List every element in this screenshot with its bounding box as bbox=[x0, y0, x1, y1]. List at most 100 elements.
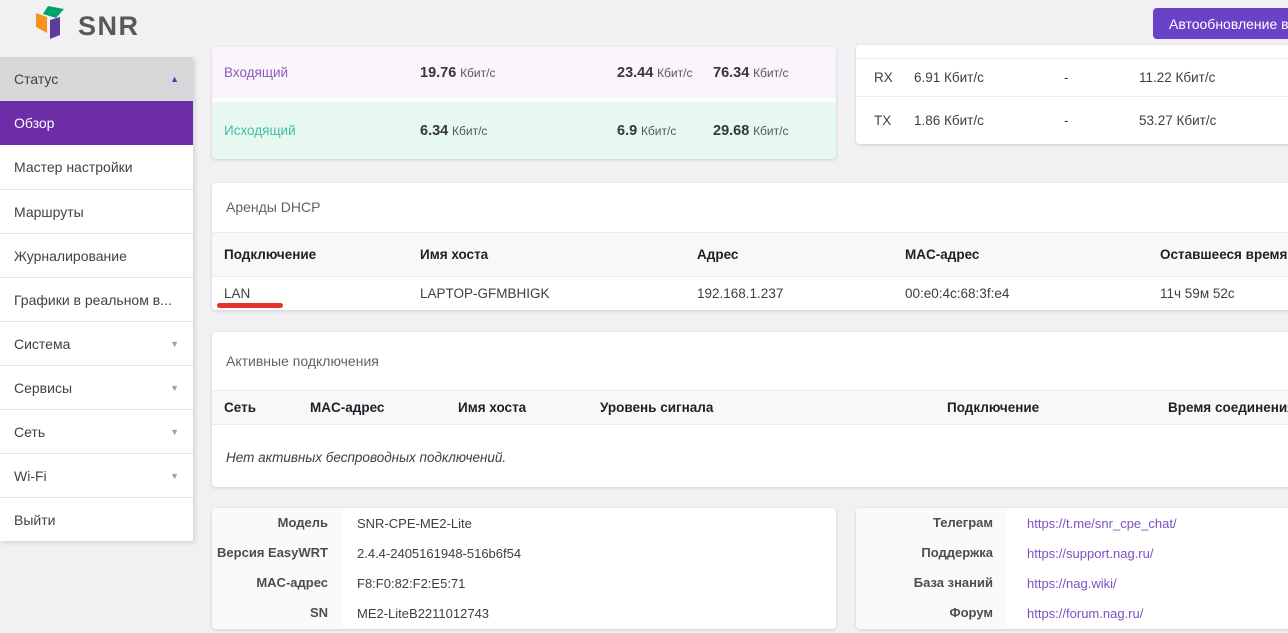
sidebar: Статус ▲ Обзор Мастер настройки Маршруты… bbox=[0, 57, 193, 541]
sidebar-item-setup-wizard[interactable]: Мастер настройки bbox=[0, 145, 193, 189]
column-header: Сеть bbox=[224, 400, 310, 415]
rx-row: RX 6.91 Кбит/с - 11.22 Кбит/с bbox=[856, 59, 1288, 97]
chevron-down-icon: ▼ bbox=[170, 322, 179, 365]
support-links-panel: Телеграм https://t.me/snr_cpe_chat/ Подд… bbox=[856, 508, 1288, 629]
sidebar-item-logout[interactable]: Выйти bbox=[0, 497, 193, 541]
traffic-label: Входящий bbox=[224, 65, 420, 80]
connections-table-header: Сеть MAC-адрес Имя хоста Уровень сигнала… bbox=[212, 390, 1288, 425]
dhcp-panel-title: Аренды DHCP bbox=[212, 183, 1288, 232]
sidebar-item-logging[interactable]: Журналирование bbox=[0, 233, 193, 277]
dhcp-table-header: Подключение Имя хоста Адрес MAC-адрес Ос… bbox=[212, 232, 1288, 277]
traffic-value: 23.44 bbox=[617, 65, 653, 81]
sidebar-item-status[interactable]: Статус ▲ bbox=[0, 57, 193, 101]
dhcp-cell-connection: LAN bbox=[224, 286, 420, 301]
link-row-forum: Форум https://forum.nag.ru/ bbox=[856, 598, 1288, 628]
info-label: MAC-адрес bbox=[212, 568, 342, 598]
traffic-unit: Кбит/с bbox=[657, 66, 692, 80]
red-underline-annotation bbox=[217, 303, 283, 308]
column-header: Адрес bbox=[697, 247, 905, 262]
traffic-value: 6.9 bbox=[617, 123, 637, 139]
rxtx-clipped-row bbox=[856, 45, 1288, 59]
tx-value: 53.27 Кбит/с bbox=[1139, 113, 1288, 128]
tx-row: TX 1.86 Кбит/с - 53.27 Кбит/с bbox=[856, 97, 1288, 143]
logo-text: SNR bbox=[78, 11, 140, 42]
autoupdate-button[interactable]: Автообновление в bbox=[1153, 8, 1288, 39]
traffic-value: 29.68 bbox=[713, 123, 749, 139]
connections-panel-title: Активные подключения bbox=[212, 332, 1288, 390]
dhcp-cell-address: 192.168.1.237 bbox=[697, 286, 905, 301]
tx-label: TX bbox=[874, 113, 914, 128]
column-header: Подключение bbox=[224, 247, 420, 262]
column-header: Подключение bbox=[947, 400, 1168, 415]
traffic-value: 6.34 bbox=[420, 123, 448, 139]
info-row-firmware: Версия EasyWRT 2.4.4-2405161948-516b6f54 bbox=[212, 538, 836, 568]
link-label: Поддержка bbox=[856, 538, 1007, 568]
chevron-down-icon: ▼ bbox=[170, 410, 179, 453]
active-connections-panel: Активные подключения Сеть MAC-адрес Имя … bbox=[212, 332, 1288, 487]
no-connections-message: Нет активных беспроводных подключений. bbox=[212, 425, 1288, 465]
traffic-panel: Входящий 19.76 Кбит/с 23.44 Кбит/с 76.34… bbox=[212, 47, 836, 159]
info-value: SNR-CPE-ME2-Lite bbox=[342, 516, 836, 531]
dhcp-cell-lease-time: 11ч 59м 52с bbox=[1160, 286, 1288, 301]
column-header: MAC-адрес bbox=[310, 400, 458, 415]
rx-value: 6.91 Кбит/с bbox=[914, 70, 1064, 85]
chevron-down-icon: ▼ bbox=[170, 454, 179, 497]
device-info-panel: Модель SNR-CPE-ME2-Lite Версия EasyWRT 2… bbox=[212, 508, 836, 629]
dhcp-cell-hostname: LAPTOP-GFMBHIGK bbox=[420, 286, 697, 301]
column-header: Время соединения bbox=[1168, 400, 1288, 415]
info-row-model: Модель SNR-CPE-ME2-Lite bbox=[212, 508, 836, 538]
tx-value: - bbox=[1064, 113, 1139, 128]
info-label: SN bbox=[212, 598, 342, 628]
dhcp-leases-panel: Аренды DHCP Подключение Имя хоста Адрес … bbox=[212, 183, 1288, 310]
support-link[interactable]: https://support.nag.ru/ bbox=[1027, 546, 1153, 561]
rx-value: - bbox=[1064, 70, 1139, 85]
sidebar-item-realtime-graphs[interactable]: Графики в реальном в... bbox=[0, 277, 193, 321]
column-header: Уровень сигнала bbox=[600, 400, 947, 415]
column-header: Оставшееся время аренды bbox=[1160, 247, 1288, 262]
rx-label: RX bbox=[874, 70, 914, 85]
sidebar-item-network[interactable]: Сеть ▼ bbox=[0, 409, 193, 453]
snr-logo-icon bbox=[34, 6, 70, 46]
info-value: F8:F0:82:F2:E5:71 bbox=[342, 576, 836, 591]
traffic-value: 76.34 bbox=[713, 65, 749, 81]
traffic-label: Исходящий bbox=[224, 123, 420, 138]
traffic-value: 19.76 bbox=[420, 65, 456, 81]
chevron-down-icon: ▼ bbox=[170, 366, 179, 409]
sidebar-item-overview[interactable]: Обзор bbox=[0, 101, 193, 145]
link-row-telegram: Телеграм https://t.me/snr_cpe_chat/ bbox=[856, 508, 1288, 538]
link-label: Телеграм bbox=[856, 508, 1007, 538]
dhcp-cell-mac: 00:e0:4c:68:3f:e4 bbox=[905, 286, 1160, 301]
wiki-link[interactable]: https://nag.wiki/ bbox=[1027, 576, 1117, 591]
info-value: ME2-LiteB2211012743 bbox=[342, 606, 836, 621]
dhcp-table-row: LAN LAPTOP-GFMBHIGK 192.168.1.237 00:e0:… bbox=[212, 277, 1288, 310]
column-header: Имя хоста bbox=[420, 247, 697, 262]
traffic-unit: Кбит/с bbox=[753, 66, 788, 80]
info-row-serial: SN ME2-LiteB2211012743 bbox=[212, 598, 836, 628]
link-label: Форум bbox=[856, 598, 1007, 628]
snr-logo: SNR bbox=[34, 6, 140, 46]
traffic-unit: Кбит/с bbox=[641, 124, 676, 138]
info-row-mac: MAC-адрес F8:F0:82:F2:E5:71 bbox=[212, 568, 836, 598]
sidebar-item-wifi[interactable]: Wi-Fi ▼ bbox=[0, 453, 193, 497]
tx-value: 1.86 Кбит/с bbox=[914, 113, 1064, 128]
traffic-row-outgoing: Исходящий 6.34 Кбит/с 6.9 Кбит/с 29.68 К… bbox=[212, 102, 836, 159]
link-label: База знаний bbox=[856, 568, 1007, 598]
traffic-unit: Кбит/с bbox=[753, 124, 788, 138]
rx-value: 11.22 Кбит/с bbox=[1139, 70, 1288, 85]
sidebar-item-routes[interactable]: Маршруты bbox=[0, 189, 193, 233]
telegram-link[interactable]: https://t.me/snr_cpe_chat/ bbox=[1027, 516, 1177, 531]
sidebar-item-system[interactable]: Система ▼ bbox=[0, 321, 193, 365]
column-header: MAC-адрес bbox=[905, 247, 1160, 262]
link-row-wiki: База знаний https://nag.wiki/ bbox=[856, 568, 1288, 598]
chevron-up-icon: ▲ bbox=[170, 57, 179, 101]
info-value: 2.4.4-2405161948-516b6f54 bbox=[342, 546, 836, 561]
column-header: Имя хоста bbox=[458, 400, 600, 415]
traffic-unit: Кбит/с bbox=[460, 66, 495, 80]
traffic-row-incoming: Входящий 19.76 Кбит/с 23.44 Кбит/с 76.34… bbox=[212, 47, 836, 98]
info-label: Модель bbox=[212, 508, 342, 538]
link-row-support: Поддержка https://support.nag.ru/ bbox=[856, 538, 1288, 568]
traffic-unit: Кбит/с bbox=[452, 124, 487, 138]
sidebar-item-services[interactable]: Сервисы ▼ bbox=[0, 365, 193, 409]
rxtx-panel: RX 6.91 Кбит/с - 11.22 Кбит/с TX 1.86 Кб… bbox=[856, 45, 1288, 144]
forum-link[interactable]: https://forum.nag.ru/ bbox=[1027, 606, 1143, 621]
